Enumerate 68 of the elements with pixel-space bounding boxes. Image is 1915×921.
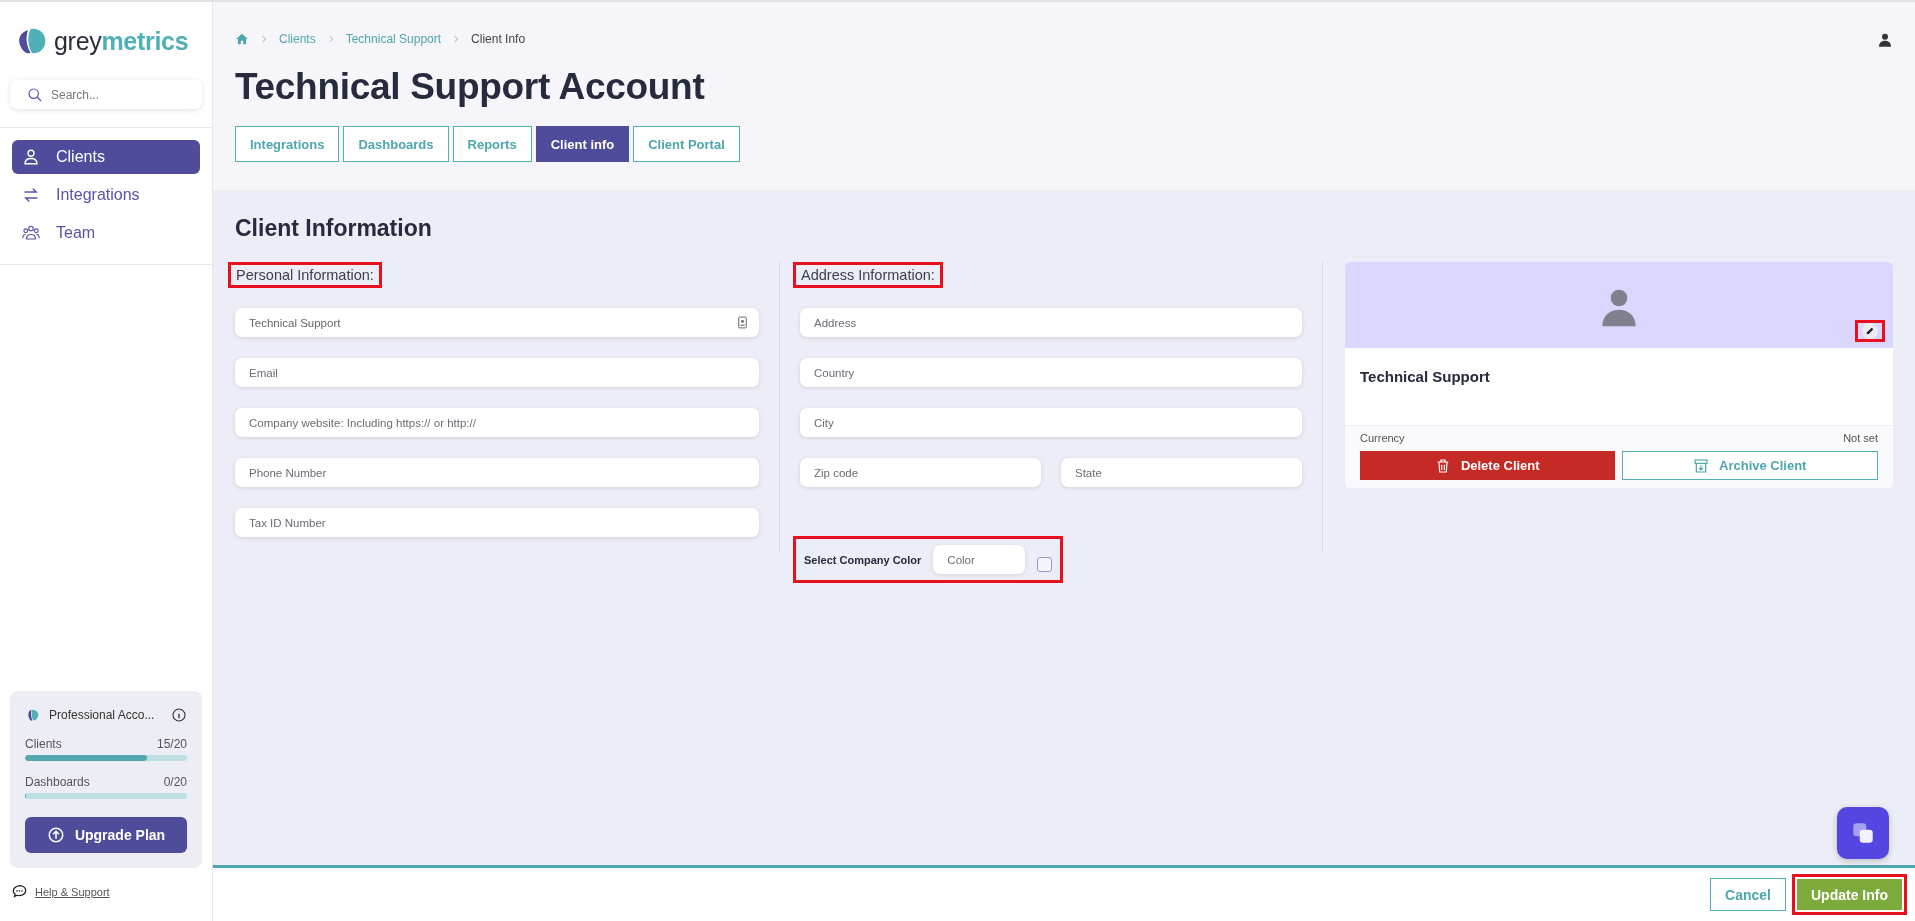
text-input[interactable]: Phone Number: [249, 462, 749, 483]
overlapping-squares-icon: [1850, 820, 1876, 846]
input-field[interactable]: Color: [933, 545, 1026, 574]
currency-value: Not set: [1843, 432, 1878, 444]
chevron-icon: [259, 34, 269, 44]
input-field[interactable]: Technical Support: [235, 308, 759, 337]
contact-card-icon: [736, 316, 749, 329]
input-field[interactable]: Phone Number: [235, 458, 759, 487]
meter-label: Clients: [25, 737, 62, 751]
text-input[interactable]: Email: [249, 362, 749, 383]
currency-label: Currency: [1360, 432, 1405, 444]
edit-button[interactable]: [1855, 320, 1885, 342]
text-input[interactable]: Color: [947, 549, 1016, 570]
text-input[interactable]: Address: [814, 312, 1292, 333]
brand-name: greymetrics: [54, 26, 189, 56]
chat-button[interactable]: [1837, 807, 1889, 859]
chat-bubble-icon: [12, 884, 27, 899]
arrows-icon: [22, 186, 40, 204]
text-input[interactable]: Tax ID Number: [249, 512, 749, 533]
info-icon: [171, 707, 187, 723]
tab[interactable]: Integrations: [235, 126, 340, 162]
input-field[interactable]: Country: [800, 358, 1302, 387]
plan-name: Professional Acco...: [49, 708, 156, 722]
text-input[interactable]: Technical Support: [249, 312, 728, 333]
meter-reading: 15/20: [156, 737, 187, 751]
archive-box-icon: [1693, 457, 1710, 474]
plan-icon: [25, 707, 41, 723]
person-icon: [22, 148, 40, 166]
section-title: Client Information: [235, 215, 433, 242]
section-heading: Address Information:: [793, 262, 943, 288]
nav-item[interactable]: Integrations: [12, 178, 200, 212]
archive-button[interactable]: Archive Client: [1621, 451, 1878, 480]
nav-item[interactable]: Clients: [12, 140, 200, 174]
nav-item[interactable]: Team: [12, 216, 200, 250]
pencil-icon: [1865, 326, 1875, 336]
home-icon: [235, 32, 249, 46]
input-field[interactable]: Company website: Including https:// or http://: [235, 408, 759, 437]
arrow-up-icon: [46, 826, 65, 844]
field-label: Select Company Color: [804, 553, 922, 566]
text-input[interactable]: Country: [814, 362, 1292, 383]
meter-reading: 0/20: [163, 775, 187, 789]
breadcrumb-current: Client Info: [471, 32, 526, 46]
input-field[interactable]: State: [1061, 458, 1302, 487]
input-field[interactable]: Address: [800, 308, 1302, 337]
input-field[interactable]: Email: [235, 358, 759, 387]
user-icon[interactable]: [1877, 32, 1893, 48]
meter-label: Dashboards: [25, 775, 90, 789]
checkbox[interactable]: [1037, 557, 1053, 572]
page-title: Technical Support Account: [235, 66, 706, 108]
tab[interactable]: Client Portal: [633, 126, 740, 162]
text-input[interactable]: State: [1075, 462, 1292, 483]
text-input[interactable]: Company website: Including https:// or http://: [249, 412, 749, 433]
input-field[interactable]: City: [800, 408, 1302, 437]
text-input[interactable]: Zip code: [814, 462, 1031, 483]
upgrade-button[interactable]: Upgrade Plan: [25, 817, 187, 853]
section-heading: Personal Information:: [228, 262, 382, 288]
search-icon: [27, 86, 43, 103]
search-field[interactable]: Search...: [51, 84, 190, 105]
tab[interactable]: Client info: [535, 126, 630, 162]
help-link[interactable]: Help & Support: [35, 885, 110, 898]
input-field[interactable]: Zip code: [800, 458, 1041, 487]
cancel-button[interactable]: Cancel: [1710, 878, 1786, 911]
tab[interactable]: Reports: [452, 126, 532, 162]
delete-button[interactable]: Delete Client: [1360, 451, 1615, 480]
input-field[interactable]: Tax ID Number: [235, 508, 759, 537]
text-input[interactable]: City: [814, 412, 1292, 433]
group-icon: [22, 224, 40, 242]
tab[interactable]: Dashboards: [343, 126, 449, 162]
